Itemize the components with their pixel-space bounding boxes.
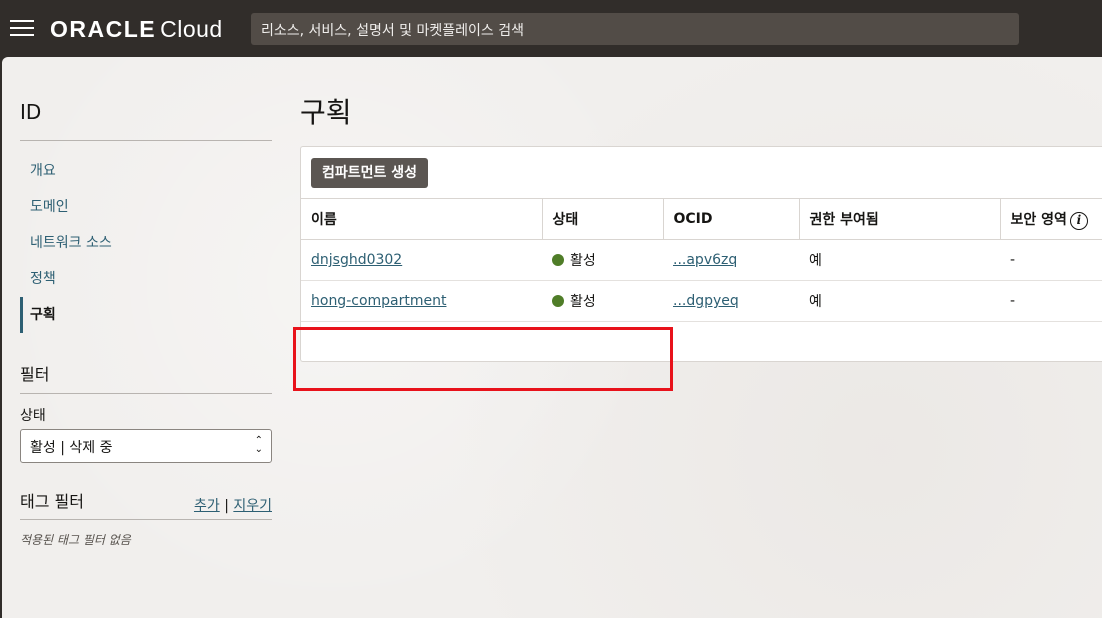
- status-cell: 활성: [542, 280, 663, 322]
- search-input[interactable]: 리소스, 서비스, 설명서 및 마켓플레이스 검색: [251, 13, 1019, 45]
- compartments-panel: 컴파트먼트 생성 이름 상태 OCID 권한 부여됨 보안 영역 i dnjsgh…: [300, 146, 1102, 362]
- column-header-authorized[interactable]: 권한 부여됨: [798, 198, 1000, 240]
- top-bar: ORACLE Cloud 리소스, 서비스, 설명서 및 마켓플레이스 검색: [0, 0, 1102, 57]
- sidebar-item-compartments[interactable]: 구획: [20, 297, 272, 333]
- status-dot-icon: [552, 295, 564, 307]
- tag-filter-heading: 태그 필터: [20, 492, 84, 511]
- content-area: ID 개요 도메인 네트워크 소스 정책 구획 필터 상태 활성 | 삭제 중 …: [2, 57, 1102, 618]
- sidebar-item-network-sources[interactable]: 네트워크 소스: [20, 225, 272, 261]
- ocid-link[interactable]: ...dgpyeq: [673, 293, 739, 309]
- compartment-name-link[interactable]: hong-compartment: [311, 293, 446, 309]
- state-select-value: 활성 | 삭제 중: [30, 440, 113, 456]
- state-label: 상태: [20, 408, 46, 424]
- info-icon[interactable]: i: [1069, 211, 1088, 230]
- column-header-status[interactable]: 상태: [541, 198, 663, 240]
- status-cell: 활성: [542, 239, 663, 281]
- sidebar-item-domains[interactable]: 도메인: [20, 189, 272, 225]
- filter-heading: 필터: [20, 365, 50, 384]
- brand-name: ORACLE: [50, 16, 157, 42]
- sidebar-title: ID: [20, 100, 42, 124]
- security-zone-label: 보안 영역: [1010, 211, 1067, 228]
- oracle-cloud-logo[interactable]: ORACLE Cloud: [50, 16, 223, 43]
- create-compartment-button[interactable]: 컴파트먼트 생성: [311, 158, 429, 188]
- sidebar-item-policies[interactable]: 정책: [20, 261, 272, 297]
- tag-separator: |: [224, 498, 229, 514]
- divider: [20, 519, 272, 520]
- tag-filter-links: 추가 | 지우기: [194, 495, 272, 515]
- ocid-link[interactable]: ...apv6zq: [673, 252, 737, 268]
- table-row: dnjsghd0302 활성 ...apv6zq 예 -: [301, 239, 1102, 281]
- authorized-cell: 예: [799, 280, 1000, 322]
- state-select[interactable]: 활성 | 삭제 중 ⌃ ⌄: [20, 429, 272, 463]
- page-title: 구획: [300, 96, 352, 129]
- column-header-name[interactable]: 이름: [301, 198, 542, 240]
- column-header-security-zone[interactable]: 보안 영역 i: [999, 198, 1102, 240]
- chevron-up-down-icon: ⌃ ⌄: [254, 435, 263, 455]
- tag-add-link[interactable]: 추가: [194, 498, 220, 514]
- compartments-table: 이름 상태 OCID 권한 부여됨 보안 영역 i dnjsghd0302 활성 …: [301, 198, 1102, 322]
- column-header-ocid[interactable]: OCID: [662, 198, 799, 240]
- authorized-cell: 예: [799, 239, 1000, 281]
- tag-filter-empty-text: 적용된 태그 필터 없음: [20, 533, 131, 547]
- product-name: Cloud: [160, 16, 223, 42]
- menu-icon[interactable]: [10, 20, 34, 38]
- divider: [20, 393, 272, 394]
- sidebar-item-overview[interactable]: 개요: [20, 153, 272, 189]
- compartment-name-link[interactable]: dnjsghd0302: [311, 252, 402, 268]
- table-row: hong-compartment 활성 ...dgpyeq 예 -: [301, 280, 1102, 322]
- status-dot-icon: [552, 254, 564, 266]
- status-text: 활성: [570, 253, 596, 269]
- security-zone-cell: -: [1000, 239, 1102, 281]
- tag-clear-link[interactable]: 지우기: [233, 498, 272, 514]
- security-zone-cell: -: [1000, 280, 1102, 322]
- status-text: 활성: [570, 294, 596, 310]
- divider: [20, 140, 272, 141]
